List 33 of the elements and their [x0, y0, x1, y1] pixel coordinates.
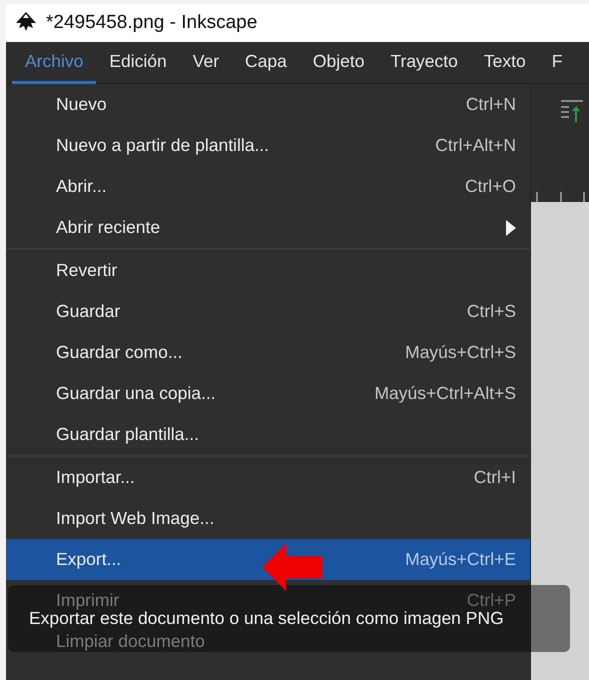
menu-item[interactable]: Export... Mayús+Ctrl+E [6, 539, 530, 580]
menu-item[interactable]: Abrir reciente [56, 217, 506, 238]
menu-title[interactable]: Capa [232, 42, 300, 84]
shortcut-text: Mayús+Ctrl+S [405, 342, 516, 363]
menu-item[interactable]: Nuevo a partir de plantilla... [56, 135, 436, 156]
shortcut-text: Ctrl+O [464, 176, 516, 197]
menu-item[interactable]: Revertir [56, 260, 516, 281]
menu-title[interactable]: Ver [180, 42, 232, 84]
menu-title[interactable]: Texto [470, 42, 539, 84]
menu-item[interactable]: Nuevo [56, 94, 466, 115]
menu-item[interactable]: Guardar como... [56, 342, 406, 363]
menu-title[interactable]: Trayecto [377, 42, 471, 84]
shortcut-text: Ctrl+Alt+N [435, 135, 516, 156]
arrow-icon [262, 543, 322, 591]
window-title: *2495458.png - Inkscape [46, 12, 258, 34]
submenu-arrow-icon [506, 220, 516, 236]
shortcut-text: Ctrl+P [466, 590, 516, 611]
menu-title[interactable]: Objeto [300, 42, 378, 84]
menu-item[interactable]: Importar... [56, 467, 474, 488]
align-icon [561, 100, 583, 122]
menu-item[interactable]: Abrir... [56, 176, 465, 197]
menu-item[interactable]: Guardar [56, 301, 467, 322]
menu-title[interactable]: F [538, 42, 576, 84]
shortcut-text: Mayús+Ctrl+Alt+S [374, 383, 516, 404]
menu-item[interactable]: Guardar plantilla... [56, 424, 516, 445]
menu-title[interactable]: Edición [96, 42, 180, 84]
shortcut-text: Ctrl+N [466, 94, 516, 115]
menu-item[interactable]: Imprimir [56, 590, 467, 611]
shortcut-text: Ctrl+I [474, 467, 516, 488]
shortcut-text: Ctrl+S [466, 301, 516, 322]
menu-item[interactable]: Import Web Image... [56, 508, 516, 529]
menu-item[interactable]: Limpiar documento [56, 631, 516, 652]
menu-item[interactable]: Guardar una copia... [56, 383, 374, 404]
